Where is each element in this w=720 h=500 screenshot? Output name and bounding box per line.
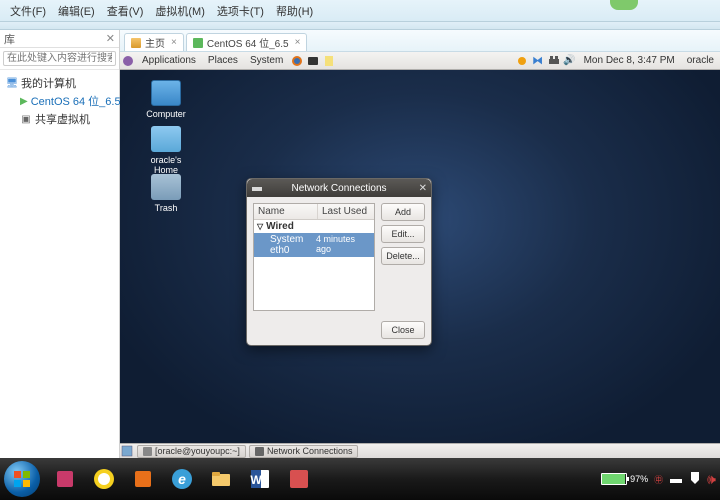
library-title: 库 xyxy=(4,31,15,47)
col-name[interactable]: Name xyxy=(254,204,318,219)
folder-home-icon xyxy=(151,126,181,152)
col-last-used[interactable]: Last Used xyxy=(318,204,374,219)
home-icon xyxy=(131,38,141,48)
tab-home[interactable]: 主页 × xyxy=(124,33,184,51)
task-network-connections[interactable]: Network Connections xyxy=(249,445,359,458)
vm-tab-icon xyxy=(193,38,203,48)
task-terminal[interactable]: [oracle@youyoupc:~] xyxy=(137,445,246,458)
gnome-desktop[interactable]: Computer oracle's Home Trash Network Con… xyxy=(120,70,720,443)
windows-taskbar: e W 97% ㊥ 🕪 xyxy=(0,458,720,500)
close-button[interactable]: Close xyxy=(381,321,425,339)
vmware-tabbar: 主页 × CentOS 64 位_6.5 × xyxy=(120,30,720,52)
menu-edit[interactable]: 编辑(E) xyxy=(52,3,101,19)
menu-system[interactable]: System xyxy=(244,55,289,66)
menu-file[interactable]: 文件(F) xyxy=(4,3,52,19)
shared-icon: ▣ xyxy=(20,113,32,125)
tab-close-icon[interactable]: × xyxy=(171,37,177,48)
network-icon xyxy=(251,182,263,194)
monitor-icon: 🖥 xyxy=(6,77,18,89)
taskbar-word[interactable]: W xyxy=(241,463,279,495)
terminal-task-icon xyxy=(143,447,152,456)
taskbar-app-3[interactable] xyxy=(124,463,162,495)
tray-sound-icon[interactable]: 🕪 xyxy=(707,471,716,488)
menu-tabs[interactable]: 选项卡(T) xyxy=(211,3,270,19)
expand-triangle-icon: ▽ xyxy=(257,222,263,231)
firefox-icon[interactable] xyxy=(290,54,304,68)
updates-icon[interactable] xyxy=(515,54,529,68)
trash-icon xyxy=(151,174,181,200)
svg-text:e: e xyxy=(178,471,186,487)
svg-text:W: W xyxy=(250,473,262,487)
group-wired[interactable]: ▽ Wired xyxy=(254,220,374,233)
library-panel: 库 ✕ 🖥 我的计算机 ▶ CentOS 64 位_6.5 ▣ 共享虚拟机 xyxy=(0,30,120,458)
taskbar-ie[interactable]: e xyxy=(163,463,201,495)
battery-indicator[interactable]: 97% xyxy=(601,473,648,485)
tree-root-my-computer[interactable]: 🖥 我的计算机 xyxy=(2,74,117,92)
system-tray: 97% ㊥ 🕪 xyxy=(601,471,716,488)
centos-logo-icon[interactable] xyxy=(121,54,135,68)
taskbar-app-2[interactable] xyxy=(85,463,123,495)
show-desktop-icon[interactable] xyxy=(121,444,133,458)
menu-applications[interactable]: Applications xyxy=(136,55,202,66)
computer-icon xyxy=(151,80,181,106)
running-vm-icon: ▶ xyxy=(20,95,28,107)
library-tree: 🖥 我的计算机 ▶ CentOS 64 位_6.5 ▣ 共享虚拟机 xyxy=(0,70,119,458)
taskbar-explorer[interactable] xyxy=(202,463,240,495)
vm-display[interactable]: Applications Places System ⧓ 🔊 Mon Dec 8… xyxy=(120,52,720,458)
connections-list[interactable]: Name Last Used ▽ Wired System eth0 4 min… xyxy=(253,203,375,311)
taskbar-app-1[interactable] xyxy=(46,463,84,495)
gnome-bottom-panel: [oracle@youyoupc:~] Network Connections xyxy=(120,443,720,458)
taskbar-app-7[interactable] xyxy=(280,463,318,495)
host-connection-pill xyxy=(610,0,638,10)
add-button[interactable]: Add xyxy=(381,203,425,221)
tree-vm-centos[interactable]: ▶ CentOS 64 位_6.5 xyxy=(2,92,117,110)
menu-places[interactable]: Places xyxy=(202,55,244,66)
delete-button[interactable]: Delete... xyxy=(381,247,425,265)
library-search-input[interactable] xyxy=(3,51,116,66)
terminal-launcher-icon[interactable] xyxy=(306,54,320,68)
tab-vm-centos[interactable]: CentOS 64 位_6.5 × xyxy=(186,33,308,51)
connection-row-eth0[interactable]: System eth0 4 minutes ago xyxy=(254,233,374,257)
clock[interactable]: Mon Dec 8, 3:47 PM xyxy=(578,55,681,66)
desktop-trash[interactable]: Trash xyxy=(138,174,194,213)
edit-button[interactable]: Edit... xyxy=(381,225,425,243)
start-button[interactable] xyxy=(4,461,40,497)
library-close-icon[interactable]: ✕ xyxy=(106,32,115,45)
list-header: Name Last Used xyxy=(254,204,374,220)
dialog-close-icon[interactable]: ✕ xyxy=(419,183,427,194)
note-launcher-icon[interactable] xyxy=(322,54,336,68)
dialog-titlebar[interactable]: Network Connections ✕ xyxy=(247,179,431,197)
tray-ime-icon[interactable]: ㊥ xyxy=(654,473,663,486)
network-task-icon xyxy=(255,447,264,456)
desktop-computer[interactable]: Computer xyxy=(138,80,194,119)
tray-network-icon[interactable] xyxy=(669,471,683,487)
menu-view[interactable]: 查看(V) xyxy=(101,3,150,19)
user-menu[interactable]: oracle xyxy=(681,55,720,66)
tray-action-center-icon[interactable] xyxy=(689,471,701,487)
gnome-top-panel: Applications Places System ⧓ 🔊 Mon Dec 8… xyxy=(120,52,720,70)
windows-logo-icon xyxy=(12,469,32,489)
desktop-home[interactable]: oracle's Home xyxy=(138,126,194,175)
tree-shared-vms[interactable]: ▣ 共享虚拟机 xyxy=(2,110,117,128)
vmware-toolbar xyxy=(0,22,720,30)
network-connections-dialog: Network Connections ✕ Name Last Used ▽ W… xyxy=(246,178,432,346)
volume-icon[interactable]: 🔊 xyxy=(563,54,577,68)
menu-vm[interactable]: 虚拟机(M) xyxy=(149,3,211,19)
bluetooth-icon[interactable]: ⧓ xyxy=(531,54,545,68)
menu-help[interactable]: 帮助(H) xyxy=(270,3,319,19)
network-status-icon[interactable] xyxy=(547,54,561,68)
tab-close-icon[interactable]: × xyxy=(295,37,301,48)
